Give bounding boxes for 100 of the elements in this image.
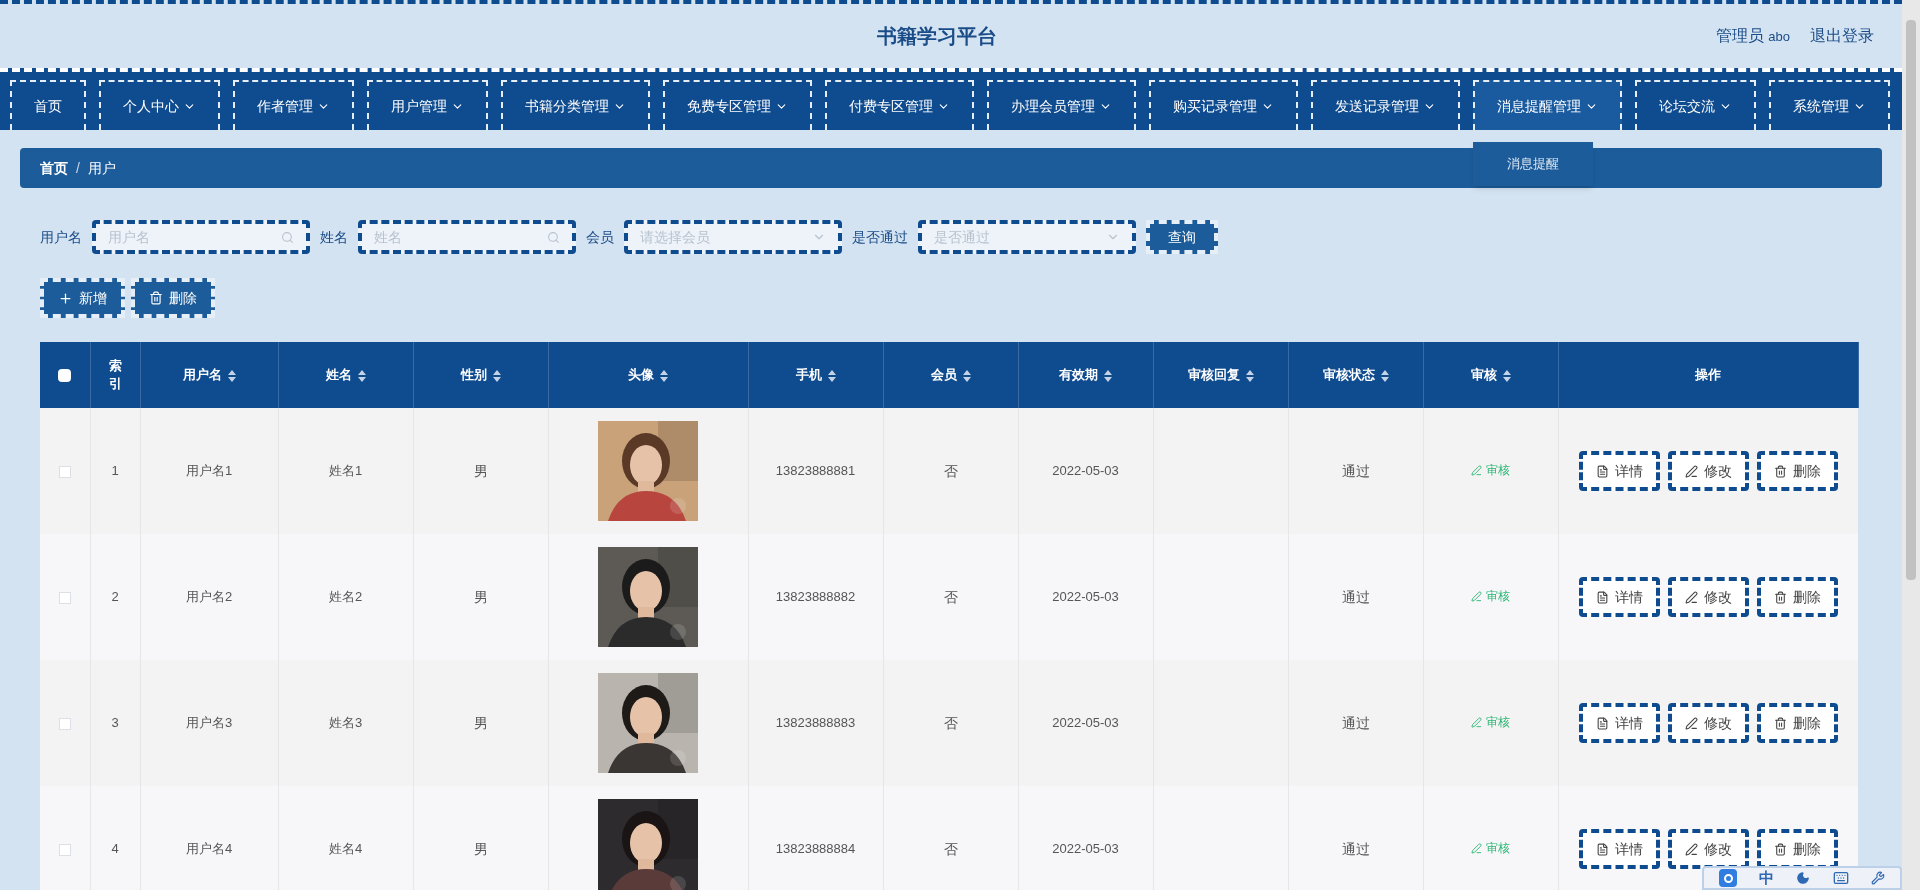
delete-button[interactable]: 删除: [1756, 577, 1838, 617]
sort-icon[interactable]: [357, 369, 366, 382]
table-cell: 否: [943, 588, 958, 605]
detail-button[interactable]: 详情: [1578, 829, 1660, 869]
checkbox[interactable]: [58, 843, 71, 856]
document-icon: [1595, 590, 1609, 604]
input-mode-toggle[interactable]: 中: [1759, 866, 1775, 890]
sort-icon[interactable]: [962, 369, 971, 382]
breadcrumb-link[interactable]: 用户: [87, 157, 116, 179]
edit-button[interactable]: 修改: [1667, 451, 1749, 491]
pen-icon: [1471, 716, 1482, 728]
nav-item[interactable]: 办理会员管理: [987, 80, 1136, 130]
delete-button[interactable]: 删除: [131, 278, 215, 318]
delete-button[interactable]: 删除: [1756, 829, 1838, 869]
add-button[interactable]: 新增: [40, 278, 125, 318]
detail-button[interactable]: 详情: [1578, 451, 1660, 491]
sort-icon[interactable]: [492, 369, 501, 382]
nav-item[interactable]: 用户管理: [367, 80, 488, 130]
column-header: 有效期: [1059, 367, 1098, 383]
checkbox[interactable]: [58, 369, 72, 383]
nav-item[interactable]: 系统管理: [1769, 80, 1890, 130]
table-cell: 用户名1: [185, 463, 233, 479]
plus-icon: [58, 290, 73, 306]
table-cell: 用户名4: [185, 841, 233, 857]
logout-link[interactable]: 退出登录: [1810, 24, 1874, 48]
nav-item[interactable]: 书籍分类管理: [501, 80, 650, 130]
table-cell: 2: [111, 589, 119, 605]
checkbox[interactable]: [58, 717, 71, 730]
table-cell: 姓名3: [328, 715, 363, 731]
breadcrumb-link[interactable]: 首页: [40, 157, 68, 179]
nav-item[interactable]: 发送记录管理: [1311, 80, 1460, 130]
pen-icon: [1684, 716, 1698, 730]
column-header: 审核状态: [1322, 367, 1375, 383]
breadcrumb-separator: /: [76, 158, 80, 178]
filter-label: 会员: [586, 227, 614, 247]
column-header: 用户名: [182, 367, 222, 383]
nav-item[interactable]: 论坛交流: [1635, 80, 1756, 130]
search-icon: [547, 230, 560, 244]
pen-icon: [1684, 842, 1698, 856]
table-cell: 姓名2: [328, 589, 363, 605]
document-icon: [1595, 842, 1609, 856]
trash-icon: [1773, 842, 1787, 856]
table-cell: 4: [111, 841, 119, 857]
table-cell: 2022-05-03: [1052, 715, 1119, 731]
sort-icon[interactable]: [1502, 369, 1511, 382]
table-cell: 否: [943, 840, 958, 857]
nav-item[interactable]: 消息提醒管理: [1473, 80, 1622, 130]
table-cell: 13823888882: [775, 589, 856, 605]
checkbox[interactable]: [58, 465, 71, 478]
filter-label: 姓名: [320, 227, 348, 247]
nav-item[interactable]: 购买记录管理: [1149, 80, 1298, 130]
column-header: 姓名: [325, 367, 352, 383]
checkbox[interactable]: [58, 591, 71, 604]
delete-button[interactable]: 删除: [1756, 703, 1838, 743]
pen-icon: [1684, 590, 1698, 604]
table-cell: 1: [111, 463, 119, 479]
edit-button[interactable]: 修改: [1667, 577, 1749, 617]
filter-label: 是否通过: [852, 227, 908, 247]
delete-button[interactable]: 删除: [1756, 451, 1838, 491]
wrench-icon[interactable]: [1870, 871, 1885, 885]
table-cell: 13823888883: [775, 715, 856, 731]
column-header: 索引: [108, 356, 122, 393]
moon-icon[interactable]: [1796, 871, 1811, 885]
user-info: 管理员 abo: [1715, 26, 1790, 46]
nav-item[interactable]: 付费专区管理: [825, 80, 974, 130]
app-icon[interactable]: [1719, 869, 1738, 887]
pen-icon: [1471, 464, 1482, 476]
nav-item[interactable]: 个人中心: [99, 80, 220, 130]
sort-icon[interactable]: [1380, 369, 1389, 382]
sort-icon[interactable]: [660, 369, 668, 382]
table-cell: 13823888881: [775, 463, 856, 479]
pen-icon: [1471, 842, 1482, 854]
table-cell: 通过: [1341, 462, 1370, 479]
detail-button[interactable]: 详情: [1578, 577, 1660, 617]
table-cell: 通过: [1341, 840, 1370, 857]
nav-item[interactable]: 免费专区管理: [663, 80, 812, 130]
pen-icon: [1684, 464, 1698, 478]
search-button[interactable]: 查询: [1146, 220, 1218, 254]
sort-icon[interactable]: [1245, 369, 1254, 382]
detail-button[interactable]: 详情: [1578, 703, 1660, 743]
nav-item[interactable]: 首页: [10, 80, 86, 130]
menu-item[interactable]: 消息提醒: [1507, 150, 1559, 178]
sort-icon[interactable]: [227, 369, 236, 382]
scrollbar[interactable]: [1902, 0, 1920, 890]
table-cell: 13823888884: [775, 841, 856, 857]
table-cell: 用户名3: [185, 715, 233, 731]
nav-item[interactable]: 作者管理: [233, 80, 354, 130]
column-header: 审核回复: [1187, 367, 1240, 383]
table-cell: 通过: [1341, 714, 1370, 731]
edit-button[interactable]: 修改: [1667, 703, 1749, 743]
table-cell: 男: [473, 588, 488, 605]
column-header: 手机: [795, 367, 822, 383]
sort-icon[interactable]: [827, 369, 836, 382]
edit-button[interactable]: 修改: [1667, 829, 1749, 869]
document-icon: [1595, 464, 1609, 478]
column-header: 审核: [1470, 367, 1497, 383]
table-cell: 用户名2: [185, 589, 233, 605]
keyboard-icon[interactable]: [1832, 870, 1849, 886]
sort-icon[interactable]: [1104, 369, 1112, 382]
table-cell: 2022-05-03: [1052, 841, 1119, 857]
